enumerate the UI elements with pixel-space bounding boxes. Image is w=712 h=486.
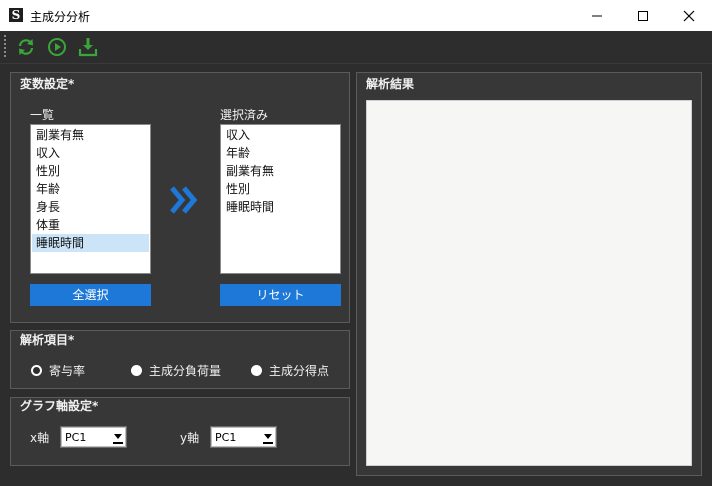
list-item[interactable]: 性別 [222,180,339,198]
download-icon [78,38,98,57]
download-button[interactable] [76,35,100,59]
available-list-label: 一覧 [30,108,55,122]
toolbar-grip[interactable] [4,35,6,59]
minimize-button[interactable] [574,0,620,31]
x-axis-value: PC1 [65,431,87,444]
y-axis-label: y軸 [180,431,200,445]
radio-label: 寄与率 [49,364,86,378]
list-item[interactable]: 年齢 [32,180,149,198]
double-chevron-right-icon [170,186,198,214]
list-item[interactable]: 年齢 [222,144,339,162]
results-title: 解析結果 [366,77,415,91]
radio-label: 主成分得点 [269,364,330,378]
variable-settings-title: 変数設定* [20,77,75,91]
list-item[interactable]: 収入 [32,144,149,162]
list-item[interactable]: 副業有無 [32,126,149,144]
minimize-icon [592,15,602,16]
analysis-items-title: 解析項目* [20,333,75,347]
y-axis-value: PC1 [215,431,237,444]
available-variables-list[interactable]: 副業有無 収入 性別 年齢 身長 体重 睡眠時間 [30,124,151,274]
window-title: 主成分分析 [30,10,91,24]
refresh-icon [18,39,34,55]
run-button[interactable] [45,35,69,59]
close-icon [683,10,695,21]
x-axis-label: x軸 [30,431,50,445]
graph-axis-title: グラフ軸設定* [20,399,99,413]
radio-component-scores[interactable]: 主成分得点 [251,362,329,379]
refresh-button[interactable] [14,35,38,59]
reset-button[interactable]: リセット [220,284,341,306]
radio-unchecked-icon [131,365,142,376]
maximize-icon [638,10,648,21]
list-item[interactable]: 睡眠時間 [222,198,339,216]
list-item[interactable]: 身長 [32,198,149,216]
list-item[interactable]: 体重 [32,216,149,234]
y-axis-select[interactable]: PC1 [210,426,277,448]
chevron-down-icon [113,434,123,444]
maximize-button[interactable] [620,0,666,31]
list-item[interactable]: 性別 [32,162,149,180]
list-item-selected[interactable]: 睡眠時間 [32,234,149,252]
radio-factor-loadings[interactable]: 主成分負荷量 [131,362,221,379]
radio-unchecked-icon [251,365,262,376]
close-button[interactable] [666,0,712,31]
app-logo-icon: S [9,8,23,22]
add-variables-button[interactable] [167,182,203,218]
x-axis-select[interactable]: PC1 [60,426,127,448]
play-icon [48,38,66,56]
radio-label: 主成分負荷量 [149,364,222,378]
list-item[interactable]: 収入 [222,126,339,144]
list-item[interactable]: 副業有無 [222,162,339,180]
results-output-area[interactable] [366,100,692,466]
radio-contribution-rate[interactable]: 寄与率 [31,362,85,379]
radio-checked-icon [31,365,42,376]
toolbar [0,31,712,63]
select-all-button[interactable]: 全選択 [30,284,151,306]
selected-variables-list[interactable]: 収入 年齢 副業有無 性別 睡眠時間 [220,124,341,274]
chevron-down-icon [263,434,273,444]
selected-list-label: 選択済み [220,108,269,122]
toolbar-separator [0,63,712,64]
